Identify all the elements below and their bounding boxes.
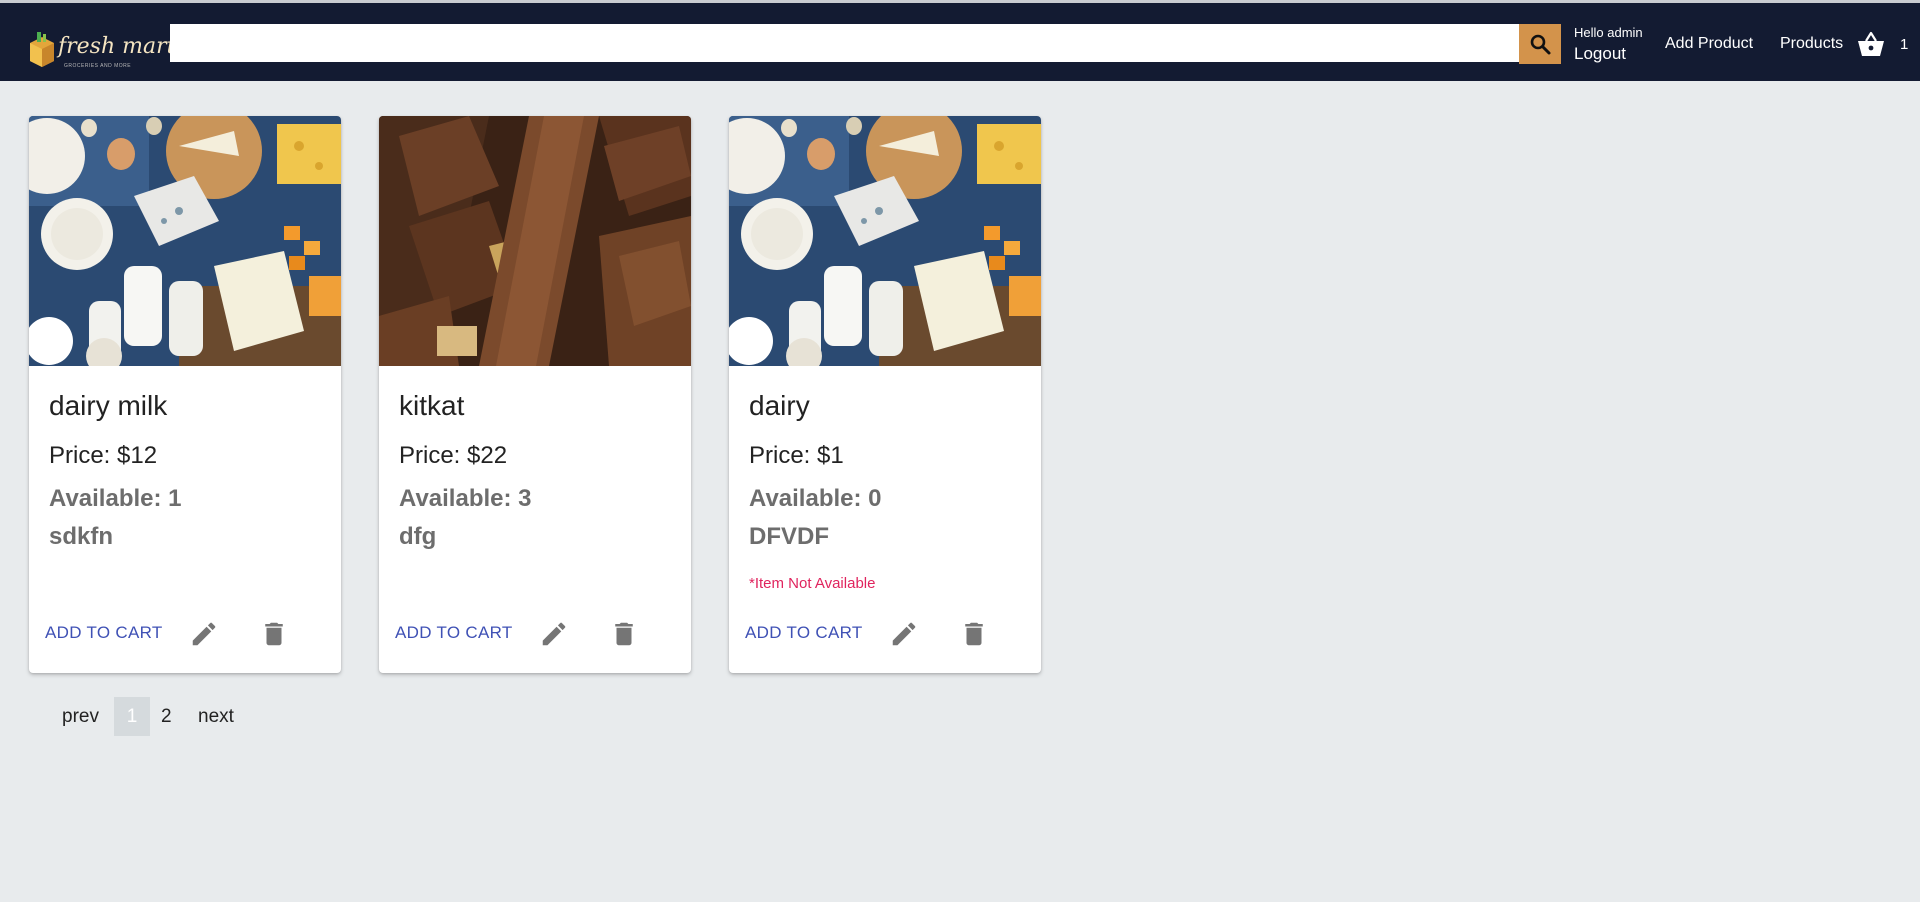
edit-icon[interactable]	[539, 619, 569, 649]
product-description: dfg	[399, 523, 437, 550]
logo-subtitle: GROCERIES AND MORE	[64, 63, 132, 69]
product-card: kitkat Price: $22 Available: 3 dfg ADD T…	[379, 116, 691, 673]
product-price: Price: $12	[49, 442, 158, 469]
product-availability: Available: 1	[49, 485, 182, 512]
greeting-text: Hello admin	[1574, 25, 1643, 40]
logo-text: fresh mart	[58, 34, 176, 59]
product-card: dairy Price: $1 Available: 0 DFVDF *Item…	[729, 116, 1041, 673]
product-availability: Available: 0	[749, 485, 882, 512]
search-icon	[1530, 34, 1551, 55]
dairy-products-photo	[29, 116, 341, 366]
product-availability: Available: 3	[399, 485, 532, 512]
pagination-page-1[interactable]: 1	[114, 697, 150, 736]
add-to-cart-button[interactable]: ADD TO CART	[395, 623, 513, 643]
product-card: dairy milk Price: $12 Available: 1 sdkfn…	[29, 116, 341, 673]
logout-link[interactable]: Logout	[1574, 44, 1626, 64]
delete-icon[interactable]	[259, 619, 289, 649]
add-to-cart-button[interactable]: ADD TO CART	[745, 623, 863, 643]
edit-icon[interactable]	[189, 619, 219, 649]
navbar: fresh mart GROCERIES AND MORE Hello admi…	[0, 3, 1920, 81]
logo[interactable]: fresh mart GROCERIES AND MORE	[28, 31, 175, 73]
item-not-available-warning: *Item Not Available	[749, 575, 876, 592]
product-description: sdkfn	[49, 523, 114, 550]
pagination-next[interactable]: next	[198, 697, 234, 736]
search-input[interactable]	[170, 24, 1519, 62]
dairy-products-photo	[729, 116, 1041, 366]
product-title: dairy	[749, 390, 810, 421]
product-price: Price: $22	[399, 442, 508, 469]
add-product-link[interactable]: Add Product	[1665, 35, 1753, 53]
pagination-page-2[interactable]: 2	[161, 697, 172, 736]
add-to-cart-button[interactable]: ADD TO CART	[45, 623, 163, 643]
product-price: Price: $1	[749, 442, 844, 469]
delete-icon[interactable]	[959, 619, 989, 649]
logo-box-icon	[30, 32, 54, 67]
chocolate-bars-photo	[379, 116, 691, 366]
pagination-prev[interactable]: prev	[62, 697, 99, 736]
basket-icon[interactable]	[1857, 31, 1885, 57]
product-title: dairy milk	[49, 390, 168, 421]
product-title: kitkat	[399, 390, 465, 421]
edit-icon[interactable]	[889, 619, 919, 649]
cart-count: 1	[1900, 36, 1909, 53]
products-link[interactable]: Products	[1780, 35, 1843, 53]
search-button[interactable]	[1519, 24, 1561, 64]
delete-icon[interactable]	[609, 619, 639, 649]
product-description: DFVDF	[749, 523, 829, 550]
